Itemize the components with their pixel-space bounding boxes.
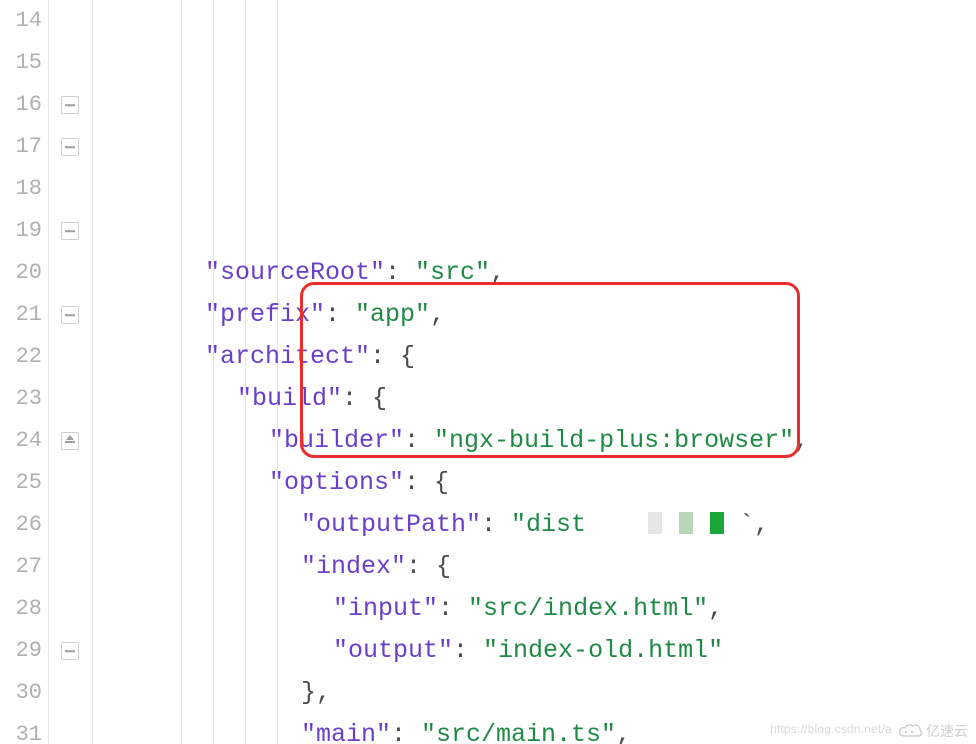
line-number: 17 xyxy=(0,126,48,168)
code-line[interactable]: "index": { xyxy=(93,546,976,588)
code-line[interactable]: "options": { xyxy=(93,462,976,504)
json-key: "prefix" xyxy=(205,300,325,329)
line-number: 22 xyxy=(0,336,48,378)
json-string: "src/index.html" xyxy=(468,594,708,623)
json-string: "dist xyxy=(511,510,586,539)
json-punct: , xyxy=(430,300,445,329)
redaction-block xyxy=(648,512,662,534)
json-punct: : xyxy=(438,594,468,623)
line-number: 23 xyxy=(0,378,48,420)
json-punct: : { xyxy=(406,552,451,581)
json-punct: }, xyxy=(301,678,331,707)
json-punct: , xyxy=(616,720,631,744)
json-key: "input" xyxy=(333,594,438,623)
json-punct: , xyxy=(708,594,723,623)
json-punct: : { xyxy=(370,342,415,371)
cloud-icon xyxy=(897,722,923,740)
line-number: 16 xyxy=(0,84,48,126)
json-punct: , xyxy=(490,258,505,287)
json-key: "output" xyxy=(333,636,453,665)
json-key: "index" xyxy=(301,552,406,581)
json-key: "outputPath" xyxy=(301,510,481,539)
line-number: 18 xyxy=(0,168,48,210)
fold-column[interactable] xyxy=(48,0,93,744)
code-line[interactable]: }, xyxy=(93,672,976,714)
json-string: "index-old.html" xyxy=(483,636,723,665)
redacted-segment: ` xyxy=(646,510,754,539)
json-punct: : { xyxy=(342,384,387,413)
code-editor[interactable]: 141516171819202122232425262728293031 "so… xyxy=(0,0,976,744)
json-punct: : xyxy=(404,426,434,455)
json-string: "app" xyxy=(355,300,430,329)
code-line[interactable]: "input": "src/index.html", xyxy=(93,588,976,630)
json-punct: : xyxy=(391,720,421,744)
json-punct: : xyxy=(481,510,511,539)
watermark-logo: 亿速云 xyxy=(897,721,968,741)
code-line[interactable]: "sourceRoot": "src", xyxy=(93,252,976,294)
fold-toggle-icon[interactable] xyxy=(61,306,79,324)
json-key: "main" xyxy=(301,720,391,744)
watermark-brand: 亿速云 xyxy=(926,721,968,741)
line-number: 21 xyxy=(0,294,48,336)
json-string: "ngx-build-plus:browser" xyxy=(434,426,794,455)
line-number: 29 xyxy=(0,630,48,672)
code-line[interactable]: "builder": "ngx-build-plus:browser", xyxy=(93,420,976,462)
redaction-block xyxy=(679,512,693,534)
json-punct: : xyxy=(325,300,355,329)
line-number: 15 xyxy=(0,42,48,84)
line-number-gutter: 141516171819202122232425262728293031 xyxy=(0,0,48,744)
code-line[interactable]: "build": { xyxy=(93,378,976,420)
line-number: 31 xyxy=(0,714,48,744)
redaction-block xyxy=(710,512,724,534)
json-punct: : xyxy=(385,258,415,287)
line-number: 24 xyxy=(0,420,48,462)
line-number: 26 xyxy=(0,504,48,546)
json-key: "options" xyxy=(269,468,404,497)
fold-toggle-icon[interactable] xyxy=(61,222,79,240)
code-line[interactable]: "architect": { xyxy=(93,336,976,378)
line-number: 25 xyxy=(0,462,48,504)
code-line[interactable]: "output": "index-old.html" xyxy=(93,630,976,672)
json-key: "builder" xyxy=(269,426,404,455)
json-key: "architect" xyxy=(205,342,370,371)
line-number: 14 xyxy=(0,0,48,42)
json-punct: : { xyxy=(404,468,449,497)
json-punct: , xyxy=(794,426,809,455)
json-string: "src" xyxy=(415,258,490,287)
code-line[interactable]: "outputPath": "dist `, xyxy=(93,504,976,546)
json-punct: : xyxy=(453,636,483,665)
fold-toggle-icon[interactable] xyxy=(61,96,79,114)
watermark-url: https://blog.csdn.net/a xyxy=(770,722,892,736)
fold-toggle-icon[interactable] xyxy=(61,138,79,156)
json-punct: , xyxy=(754,510,769,539)
line-number: 20 xyxy=(0,252,48,294)
json-string: "src/main.ts" xyxy=(421,720,616,744)
fold-toggle-icon[interactable] xyxy=(61,642,79,660)
fold-collapse-up-icon[interactable] xyxy=(61,432,79,450)
line-number: 19 xyxy=(0,210,48,252)
line-number: 27 xyxy=(0,546,48,588)
line-number: 30 xyxy=(0,672,48,714)
line-number: 28 xyxy=(0,588,48,630)
json-key: "sourceRoot" xyxy=(205,258,385,287)
code-area[interactable]: "sourceRoot": "src","prefix": "app","arc… xyxy=(93,0,976,744)
json-key: "build" xyxy=(237,384,342,413)
code-line[interactable]: "prefix": "app", xyxy=(93,294,976,336)
